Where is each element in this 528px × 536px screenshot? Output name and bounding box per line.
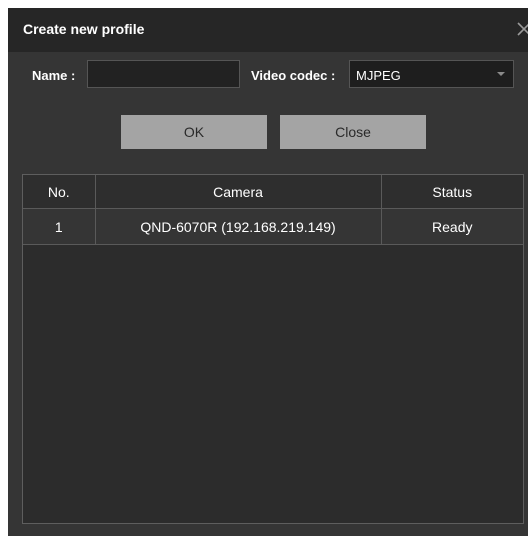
table-row[interactable]: 1 QND-6070R (192.168.219.149) Ready [23,208,523,245]
column-header-no: No. [23,175,96,209]
cell-camera: QND-6070R (192.168.219.149) [94,208,382,245]
cell-status: Ready [380,208,523,245]
video-codec-select[interactable]: MJPEG [349,60,514,88]
name-field[interactable] [87,60,240,88]
cell-no: 1 [23,208,96,245]
close-button[interactable]: Close [280,115,426,149]
column-header-status: Status [380,175,523,209]
camera-table: No. Camera Status 1 QND-6070R (192.168.2… [22,174,524,524]
dialog-title: Create new profile [23,21,145,37]
close-icon[interactable] [511,19,528,39]
video-codec-value: MJPEG [356,68,401,83]
column-header-camera: Camera [94,175,382,209]
create-profile-dialog: Create new profile Name : Video codec : … [8,8,528,536]
dialog-titlebar: Create new profile [8,8,528,52]
chevron-down-icon [497,72,505,76]
name-label: Name : [32,68,76,83]
table-header-row: No. Camera Status [23,175,523,209]
video-codec-label: Video codec : [251,68,336,83]
ok-button[interactable]: OK [121,115,267,149]
